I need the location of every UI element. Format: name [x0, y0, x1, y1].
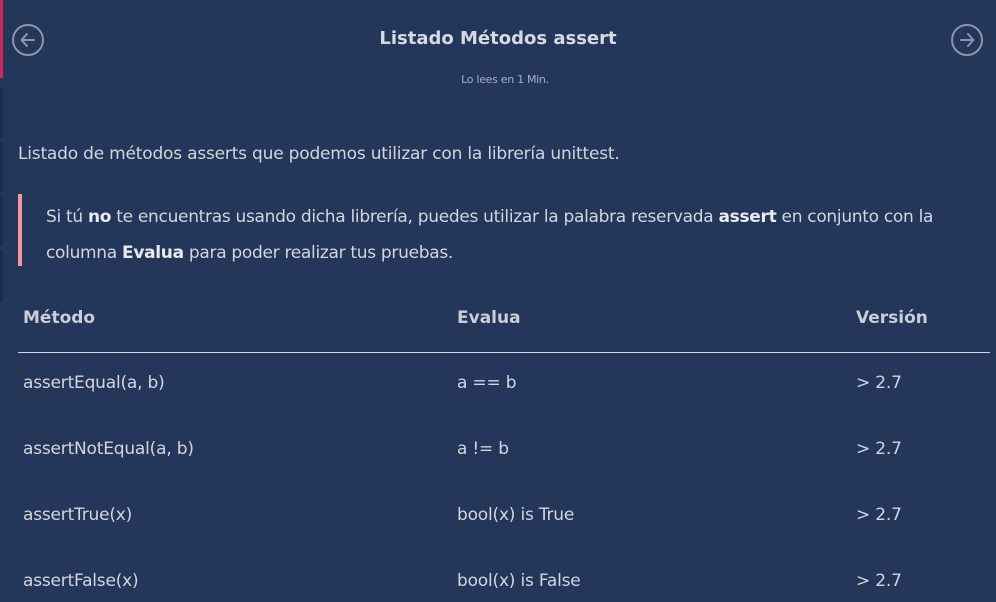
note-blockquote: Si tú no te encuentras usando dicha libr…	[18, 194, 994, 266]
next-button[interactable]	[951, 24, 983, 56]
column-header-version: Versión	[856, 308, 928, 328]
note-text: para poder realizar tus pruebas.	[183, 243, 454, 263]
note-text: te encuentras usando dicha librería, pue…	[111, 207, 719, 227]
sidebar-marker[interactable]	[0, 196, 3, 246]
table-row: assertTrue(x) bool(x) is True > 2.7	[18, 485, 990, 551]
note-text: Si tú	[46, 207, 88, 227]
table-row: assertNotEqual(a, b) a != b > 2.7	[18, 419, 990, 485]
page: Listado Métodos assert Lo lees en 1 Min.…	[0, 0, 996, 602]
cell-version: > 2.7	[856, 571, 902, 591]
intro-paragraph: Listado de métodos asserts que podemos u…	[18, 144, 620, 164]
table-row: assertFalse(x) bool(x) is False > 2.7	[18, 551, 990, 602]
cell-evaluates: bool(x) is False	[457, 571, 581, 591]
arrow-right-icon	[960, 33, 975, 47]
cell-version: > 2.7	[856, 505, 902, 525]
note-bold-assert: assert	[718, 207, 777, 227]
note-bold-evalua: Evalua	[122, 243, 184, 263]
column-header-evalua: Evalua	[457, 308, 521, 328]
column-header-metodo: Método	[23, 308, 96, 328]
cell-evaluates: a == b	[457, 373, 517, 393]
cell-method: assertNotEqual(a, b)	[23, 439, 194, 459]
reading-time: Lo lees en 1 Min.	[461, 73, 549, 86]
assert-methods-table: Método Evalua Versión assertEqual(a, b) …	[18, 292, 990, 602]
cell-method: assertEqual(a, b)	[23, 373, 165, 393]
cell-method: assertTrue(x)	[23, 505, 133, 525]
cell-version: > 2.7	[856, 439, 902, 459]
sidebar-marker[interactable]	[0, 142, 3, 192]
cell-evaluates: a != b	[457, 439, 509, 459]
sidebar-marker[interactable]	[0, 250, 3, 302]
note-bold-no: no	[87, 207, 112, 227]
cell-version: > 2.7	[856, 373, 902, 393]
cell-method: assertFalse(x)	[23, 571, 139, 591]
sidebar-marker[interactable]	[0, 88, 3, 138]
cell-evaluates: bool(x) is True	[457, 505, 575, 525]
table-header: Método Evalua Versión	[18, 292, 990, 353]
page-title: Listado Métodos assert	[379, 28, 617, 49]
table-row: assertEqual(a, b) a == b > 2.7	[18, 353, 990, 419]
